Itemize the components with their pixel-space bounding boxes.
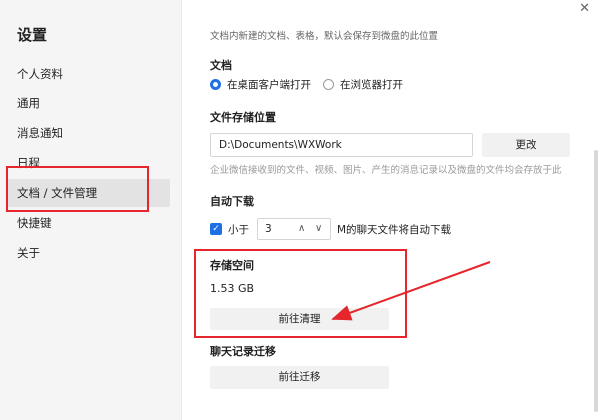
size-limit-value: 3 — [265, 223, 272, 235]
document-section-title: 文档 — [210, 59, 232, 72]
sidebar-item-notifications[interactable]: 消息通知 — [8, 119, 170, 147]
sidebar-item-about[interactable]: 关于 — [8, 239, 170, 267]
storage-path-field[interactable]: D:\Documents\WXWork — [210, 133, 473, 157]
radio-desktop-label[interactable]: 在桌面客户端打开 — [227, 77, 311, 92]
chevron-up-icon[interactable]: ∧ — [298, 219, 305, 239]
change-path-button[interactable]: 更改 — [482, 133, 570, 157]
size-limit-stepper[interactable]: 3 ∧ ∨ — [257, 218, 331, 240]
radio-desktop[interactable] — [210, 79, 221, 90]
clean-storage-button[interactable]: 前往清理 — [210, 308, 389, 330]
radio-browser-label[interactable]: 在浏览器打开 — [340, 77, 403, 92]
auto-download-suffix: M的聊天文件将自动下载 — [337, 223, 452, 236]
sidebar-item-general[interactable]: 通用 — [8, 89, 170, 117]
sidebar-item-docs-files[interactable]: 文档 / 文件管理 — [8, 179, 170, 207]
settings-title: 设置 — [17, 26, 48, 44]
chat-migration-title: 聊天记录迁移 — [210, 345, 276, 358]
chevron-down-icon[interactable]: ∨ — [315, 219, 322, 239]
sidebar-item-calendar[interactable]: 日程 — [8, 149, 170, 177]
storage-location-title: 文件存储位置 — [210, 111, 276, 124]
document-description: 文档内新建的文档、表格，默认会保存到微盘的此位置 — [210, 31, 439, 42]
auto-download-checkbox[interactable]: ✓ — [210, 223, 222, 235]
storage-space-title: 存储空间 — [210, 259, 254, 272]
auto-download-title: 自动下载 — [210, 195, 254, 208]
storage-hint: 企业微信接收到的文件、视频、图片、产生的消息记录以及微盘的文件均会存放于此 — [210, 165, 562, 176]
radio-browser[interactable] — [323, 79, 334, 90]
open-mode-radio-group: 在桌面客户端打开 在浏览器打开 — [210, 77, 415, 92]
sidebar-item-shortcuts[interactable]: 快捷键 — [8, 209, 170, 237]
sidebar: 设置 个人资料 通用 消息通知 日程 文档 / 文件管理 快捷键 关于 — [0, 0, 182, 420]
close-icon[interactable]: ✕ — [579, 1, 590, 16]
auto-download-row: ✓ 小于 3 ∧ ∨ M的聊天文件将自动下载 — [210, 218, 451, 240]
storage-size: 1.53 GB — [210, 282, 255, 295]
scrollbar[interactable] — [594, 150, 598, 412]
sidebar-item-profile[interactable]: 个人资料 — [8, 60, 170, 88]
auto-download-prefix: 小于 — [228, 223, 249, 236]
settings-panel: ✕ 文档内新建的文档、表格，默认会保存到微盘的此位置 文档 在桌面客户端打开 在… — [182, 0, 600, 420]
migrate-chat-button[interactable]: 前往迁移 — [210, 366, 389, 389]
